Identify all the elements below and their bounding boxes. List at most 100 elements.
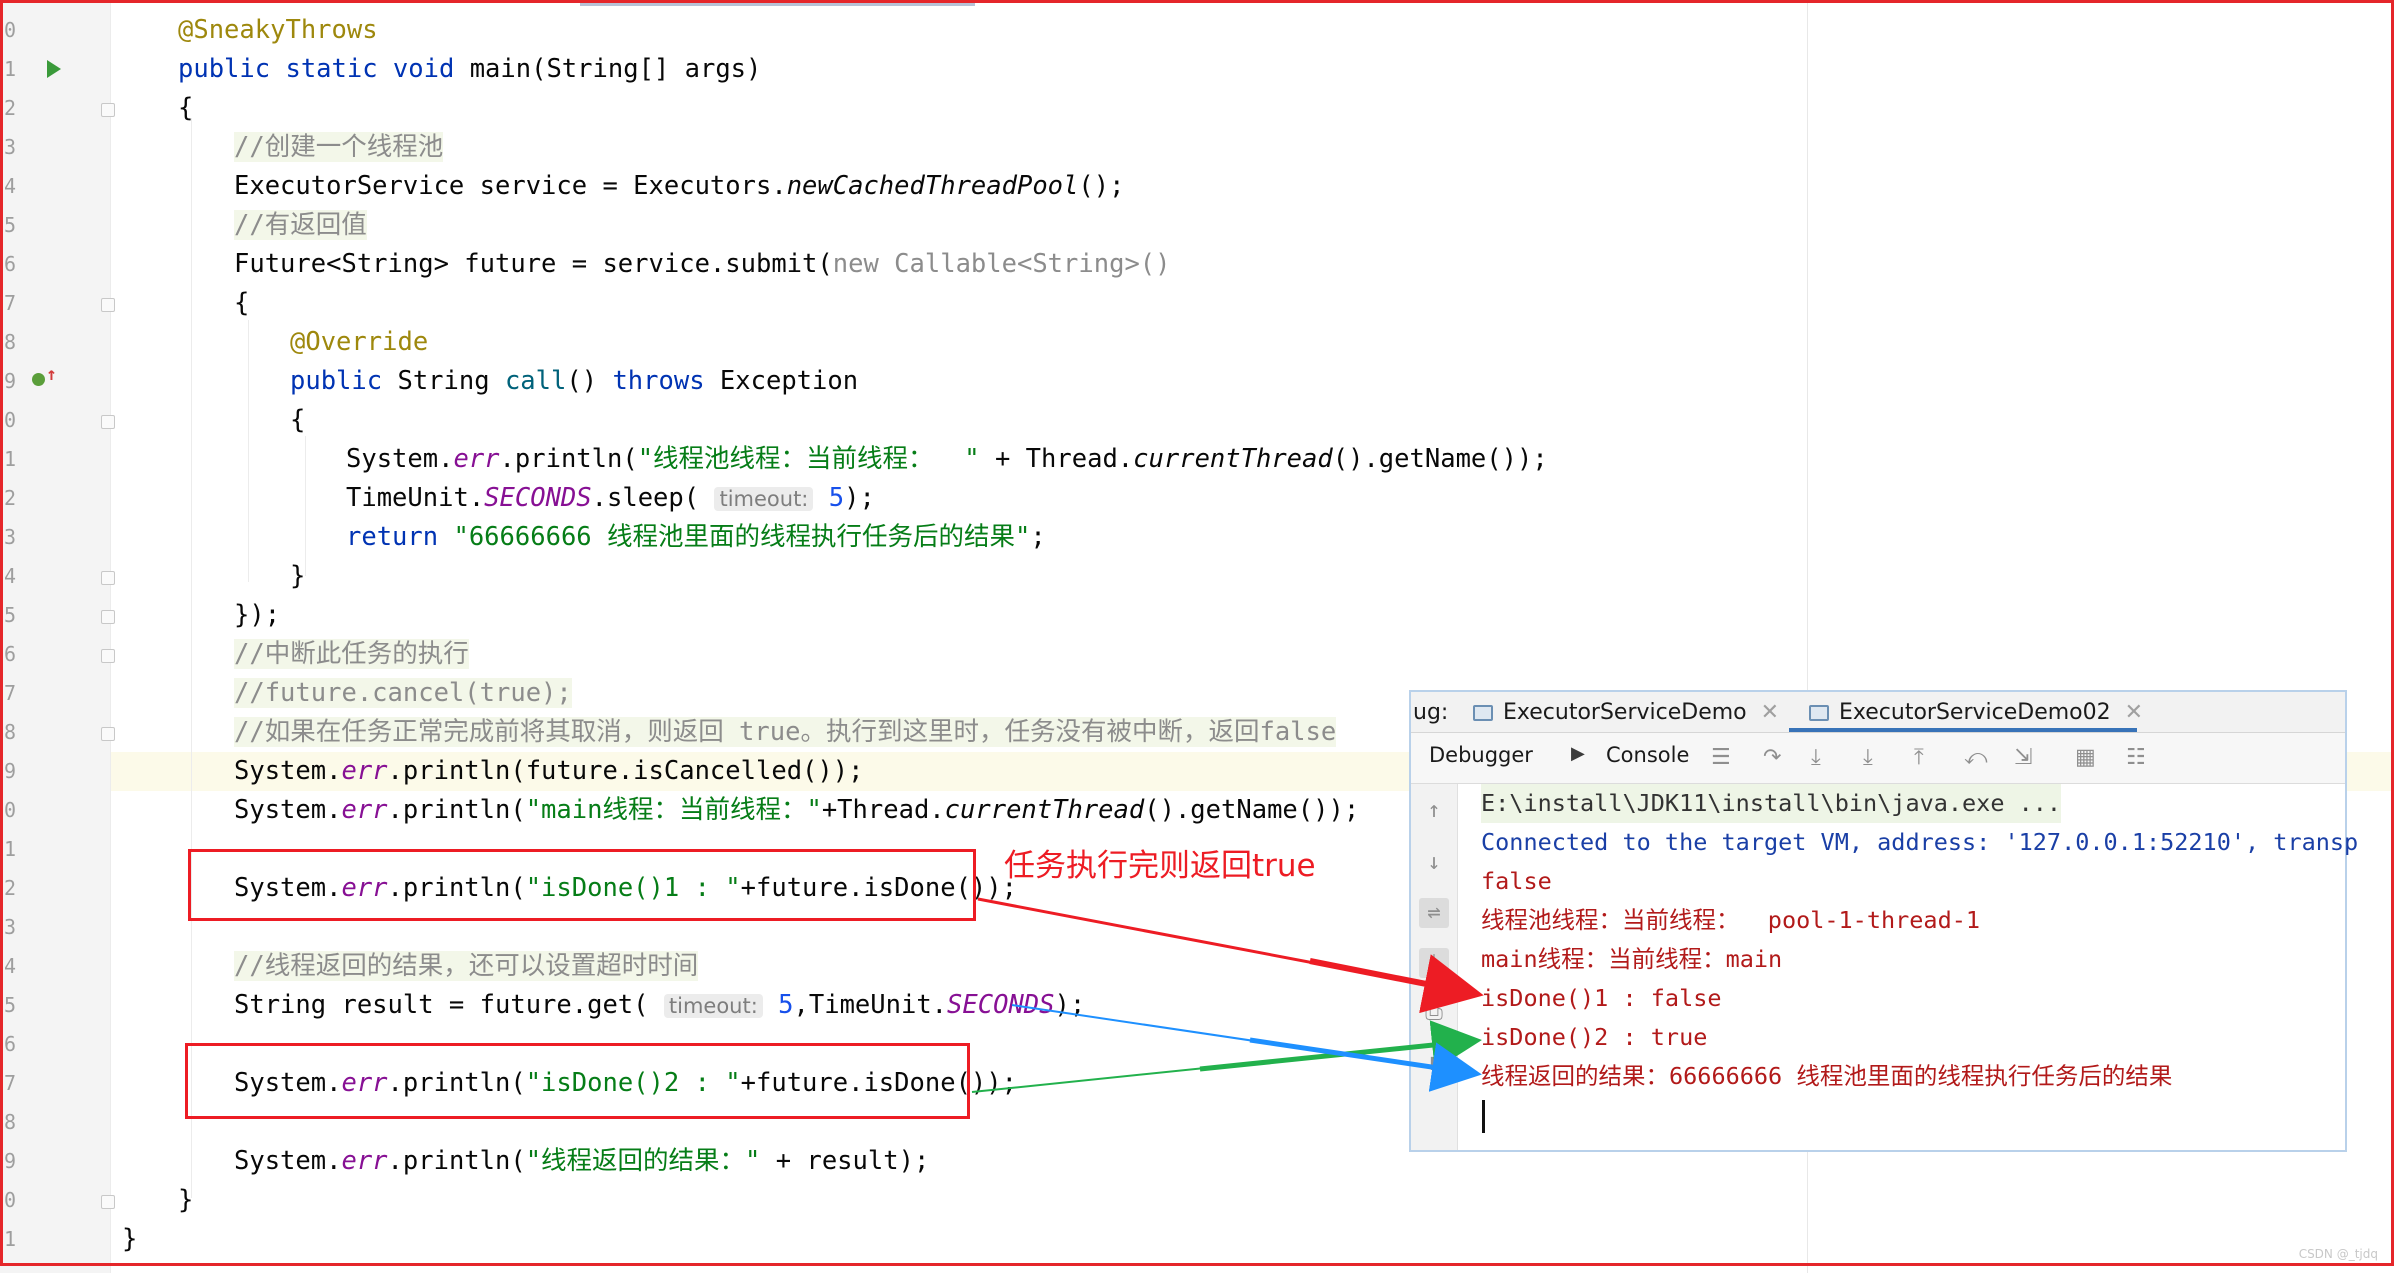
step-into-icon[interactable]: ⤓ (1811, 745, 1821, 770)
code-line[interactable]: //线程返回的结果，还可以设置超时时间 (234, 947, 699, 986)
override-gutter-icon[interactable] (32, 373, 45, 386)
line-number: 6 (4, 642, 17, 666)
tab-executorservicedemo02[interactable]: ExecutorServiceDemo02 ✕ (1809, 696, 2143, 730)
code-token: }); (234, 600, 281, 630)
code-line[interactable]: //创建一个线程池 (234, 128, 444, 167)
force-step-into-icon[interactable]: ⤓ (1863, 745, 1873, 770)
fold-marker-icon[interactable] (101, 103, 115, 117)
line-number: 2 (4, 486, 17, 510)
comment-token: //创建一个线程池 (234, 132, 444, 162)
code-token: + Thread. (979, 444, 1134, 474)
code-token: .println( (499, 444, 638, 474)
text-cursor (1482, 1100, 1485, 1133)
line-number: 4 (4, 174, 17, 198)
code-line[interactable]: ExecutorService service = Executors.newC… (234, 167, 1124, 206)
trace-icon[interactable]: ☷ (2126, 745, 2146, 770)
tab-console[interactable]: Console (1606, 743, 1689, 767)
code-line[interactable]: { (234, 284, 249, 323)
code-token: +Thread. (821, 795, 945, 825)
code-line[interactable]: { (290, 401, 305, 440)
console-side-toolbar: ↑ ↓ ⇌ ⤓ ⎙ ▮ (1411, 784, 1458, 1150)
annotation-token: @SneakyThrows (178, 15, 378, 45)
code-line[interactable]: @Override (290, 323, 428, 362)
code-token: Exception (704, 366, 859, 396)
fold-marker-icon[interactable] (101, 571, 115, 585)
code-line[interactable]: //有返回值 (234, 206, 367, 245)
code-token: String (382, 366, 505, 396)
line-number: 2 (4, 96, 17, 120)
console-output-line: isDone()1 : false (1481, 984, 1722, 1012)
line-number: 0 (4, 408, 17, 432)
fold-marker-icon[interactable] (101, 610, 115, 624)
up-arrow-icon[interactable]: ↑ (1419, 796, 1449, 826)
line-number: 0 (4, 798, 17, 822)
code-line[interactable]: Future<String> future = service.submit(n… (234, 245, 1171, 284)
step-out-icon[interactable]: ⤒ (1914, 745, 1924, 770)
console-output-line: E:\install\JDK11\install\bin\java.exe ..… (1481, 784, 2062, 823)
parameter-hint: timeout: (714, 487, 814, 511)
drop-frame-icon[interactable]: ⤺ (1964, 745, 1988, 770)
code-line[interactable]: }); (234, 596, 280, 635)
console-output-line: main线程：当前线程：main (1481, 945, 1783, 973)
code-token: + result); (760, 1146, 930, 1176)
method-token: call (504, 366, 567, 396)
code-line[interactable]: TimeUnit.SECONDS.sleep( timeout: 5); (346, 479, 875, 518)
code-line[interactable]: } (122, 1220, 137, 1259)
tab-executorservicedemo[interactable]: ExecutorServiceDemo ✕ (1473, 696, 1779, 730)
highlight-box-isdone2 (185, 1043, 970, 1119)
line-number: 5 (4, 603, 17, 627)
down-arrow-icon[interactable]: ↓ (1419, 848, 1449, 878)
run-to-cursor-icon[interactable]: ⇲ (2014, 745, 2032, 770)
step-over-icon[interactable]: ↷ (1763, 745, 1781, 770)
print-icon[interactable]: ⎙ (1419, 998, 1449, 1028)
run-gutter-icon[interactable] (47, 60, 61, 78)
evaluate-expression-icon[interactable]: ▦ (2075, 745, 2096, 770)
code-token: .println( (387, 1146, 526, 1176)
line-number: 7 (4, 291, 17, 315)
code-line[interactable]: return "66666666 线程池里面的线程执行任务后的结果"; (346, 518, 1046, 557)
fold-marker-icon[interactable] (101, 649, 115, 663)
fold-marker-icon[interactable] (101, 1195, 115, 1209)
code-line[interactable]: //future.cancel(true); (234, 674, 572, 713)
code-token: { (178, 93, 194, 123)
indent-guide (305, 436, 306, 576)
trash-icon[interactable]: ▮ (1419, 1048, 1449, 1078)
line-number: 9 (4, 369, 17, 393)
close-icon[interactable]: ✕ (2125, 700, 2143, 725)
code-line[interactable]: System.err.println("main线程：当前线程："+Thread… (234, 791, 1359, 830)
menu-icon[interactable]: ☰ (1711, 745, 1731, 770)
comment-token: //线程返回的结果，还可以设置超时时间 (234, 951, 699, 981)
code-line[interactable]: } (290, 557, 305, 596)
code-line[interactable]: public static void main(String[] args) (178, 50, 761, 89)
code-line[interactable]: } (178, 1181, 193, 1220)
number-token: 5 (813, 483, 845, 513)
line-number: 1 (4, 1227, 17, 1251)
static-field-token: err (453, 444, 500, 474)
code-token: ExecutorService service = Executors. (234, 171, 787, 201)
string-token: "线程池线程：当前线程： " (637, 444, 980, 474)
code-line[interactable]: { (178, 89, 193, 128)
line-number: 3 (4, 915, 17, 939)
code-line[interactable]: System.err.println(future.isCancelled())… (234, 752, 863, 791)
soft-wrap-icon[interactable]: ⇌ (1419, 898, 1449, 928)
code-line[interactable]: //中断此任务的执行 (234, 635, 469, 674)
code-line[interactable]: System.err.println("线程池线程：当前线程： " + Thre… (346, 440, 1548, 479)
code-line[interactable]: public String call() throws Exception (290, 362, 858, 401)
run-console-panel[interactable]: ug: ExecutorServiceDemo ✕ ExecutorService… (1409, 690, 2358, 1152)
code-line[interactable]: //如果在任务正常完成前将其取消，则返回 true。执行到这里时，任务没有被中断… (234, 713, 1337, 752)
scroll-indicator (580, 0, 975, 6)
close-icon[interactable]: ✕ (1761, 700, 1779, 725)
tab-debugger[interactable]: Debugger (1429, 743, 1533, 767)
line-number: 8 (4, 1110, 17, 1134)
fold-marker-icon[interactable] (101, 298, 115, 312)
fold-marker-icon[interactable] (101, 415, 115, 429)
code-line[interactable]: String result = future.get( timeout: 5,T… (234, 986, 1085, 1025)
code-line[interactable]: @SneakyThrows (178, 11, 378, 50)
fold-marker-icon[interactable] (101, 727, 115, 741)
console-output-line: 线程池线程：当前线程： pool-1-thread-1 (1481, 906, 1981, 934)
comment-token: //中断此任务的执行 (234, 639, 469, 669)
scroll-to-end-icon[interactable]: ⤓ (1419, 948, 1449, 978)
line-number: 8 (4, 720, 17, 744)
code-line[interactable]: System.err.println("线程返回的结果：" + result); (234, 1142, 929, 1181)
static-field-token: SECONDS (947, 990, 1055, 1020)
